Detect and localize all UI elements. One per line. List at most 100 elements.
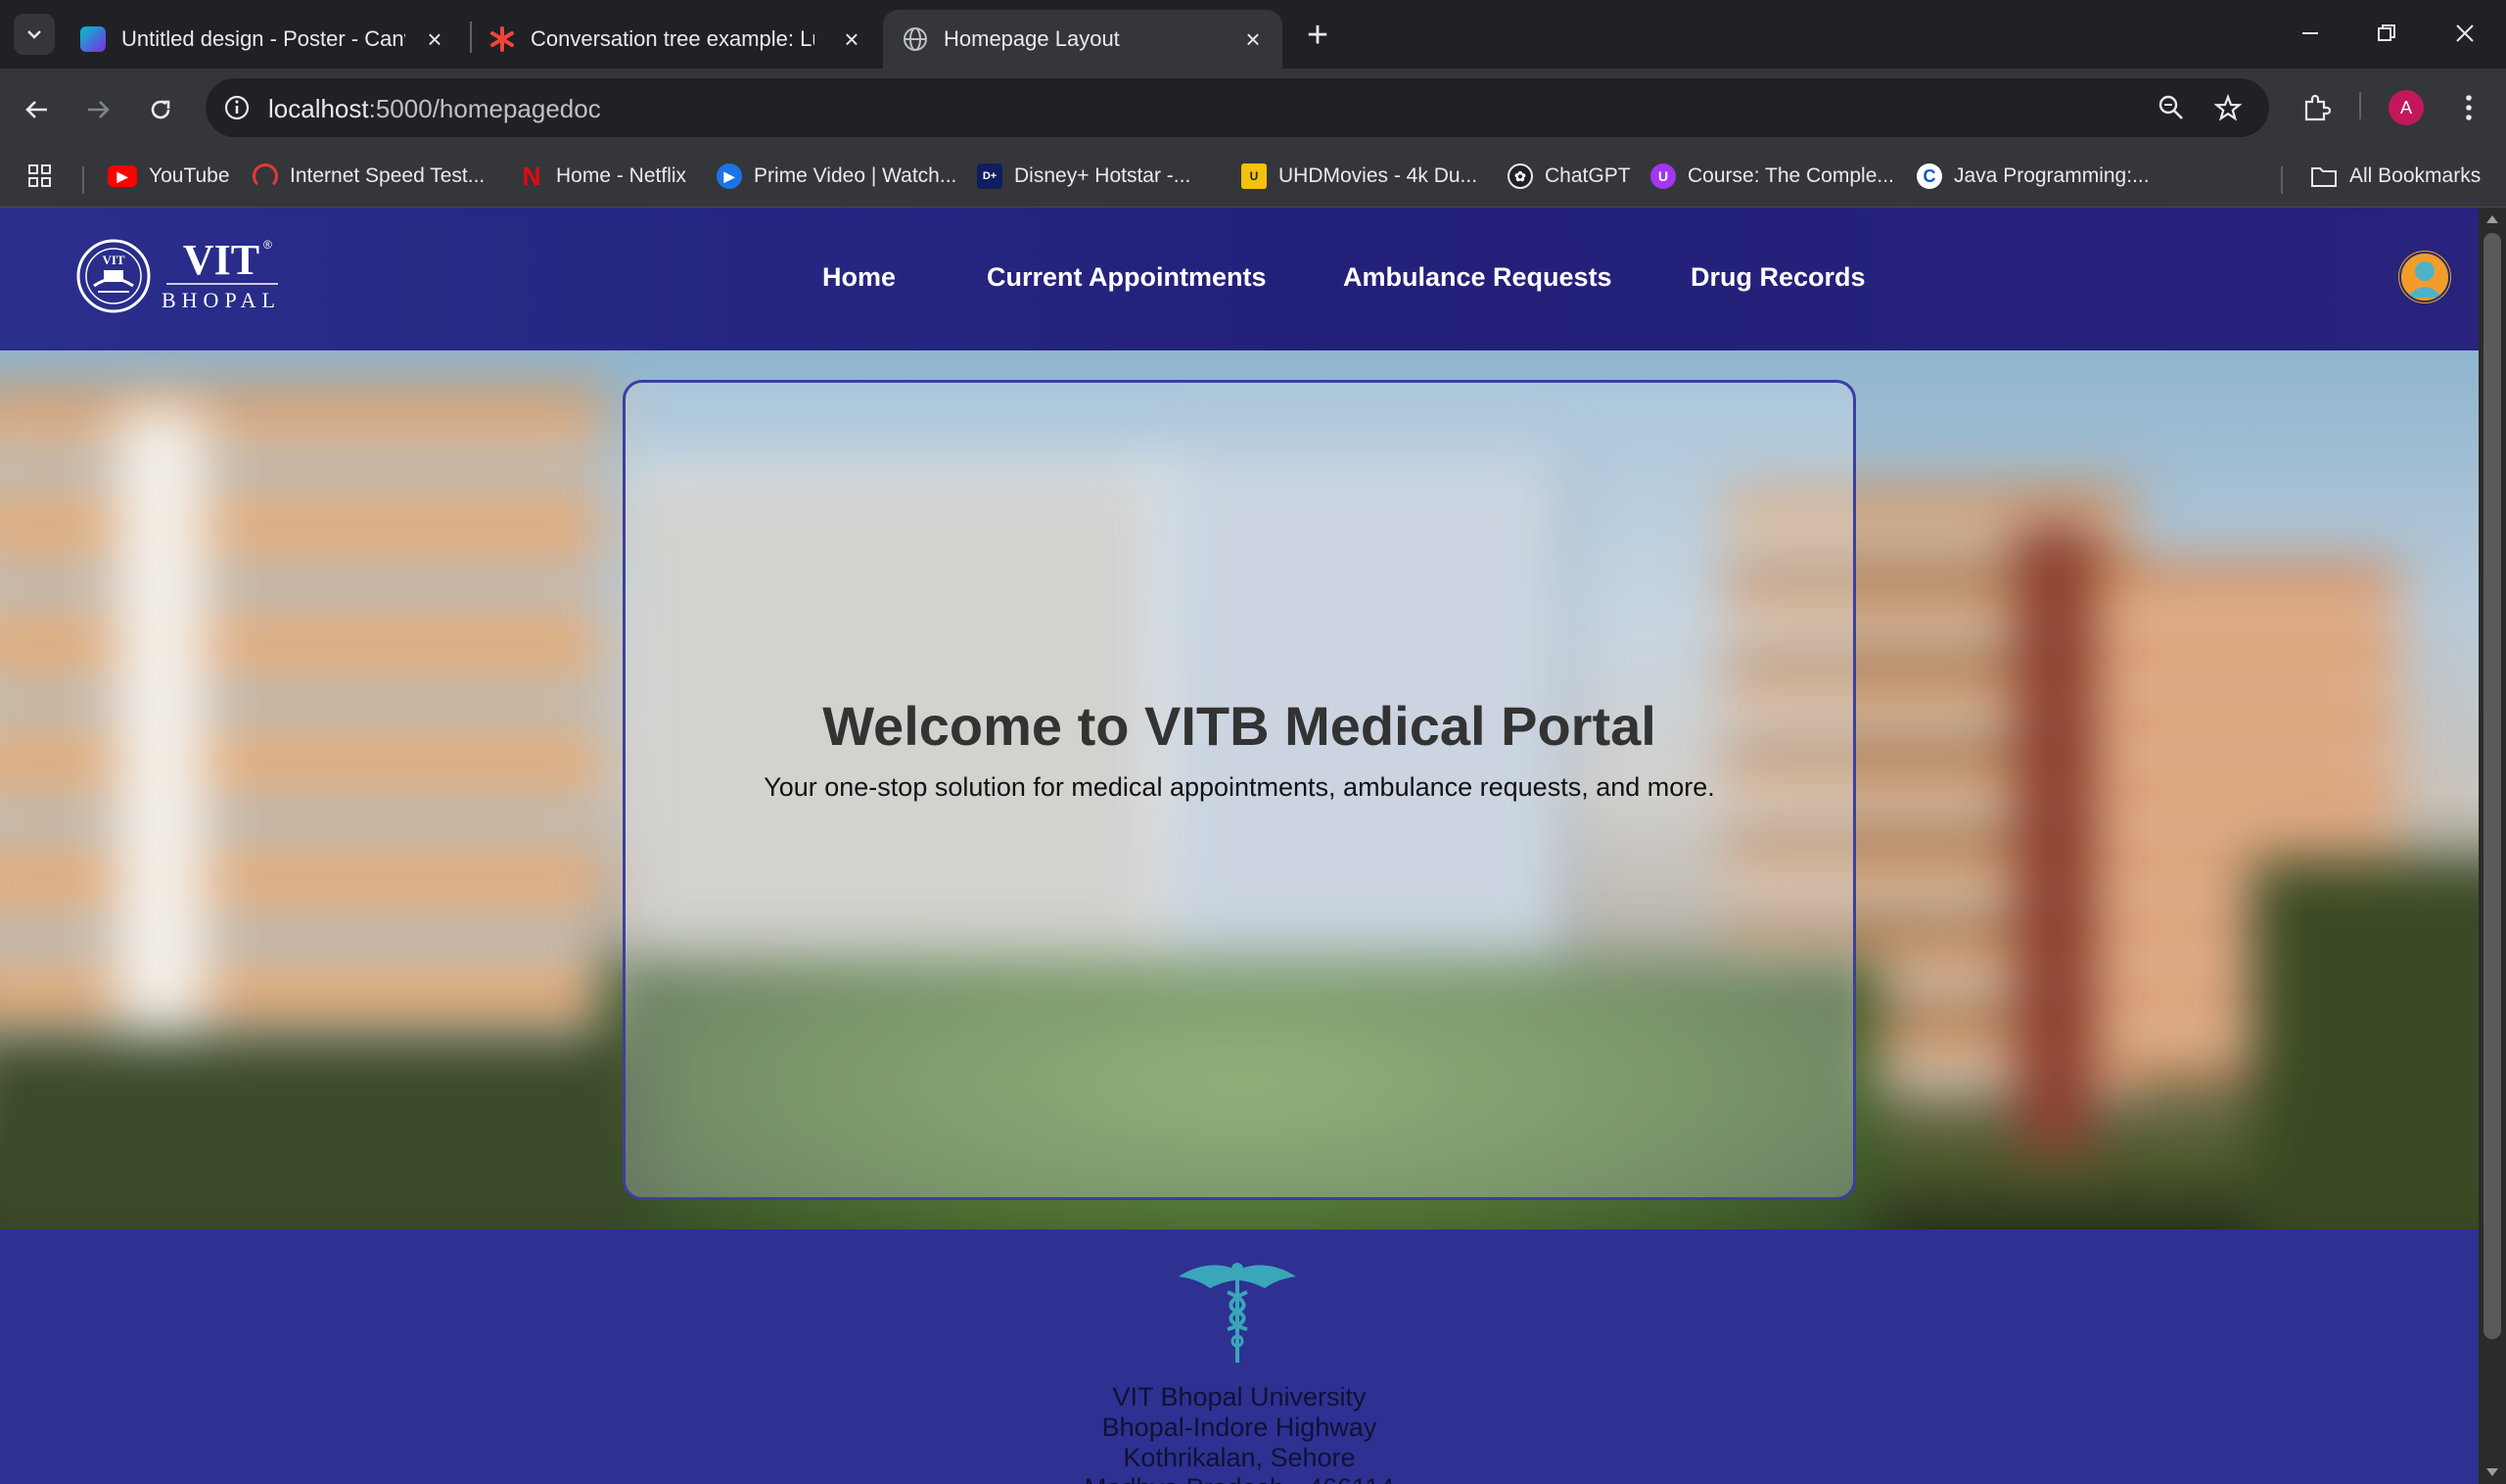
site-info-icon[interactable] — [219, 90, 255, 125]
lucid-icon — [489, 26, 515, 52]
netflix-icon: N — [522, 161, 541, 191]
bookmark-label: Home - Netflix — [556, 164, 687, 187]
scrollbar-thumb[interactable] — [2483, 233, 2501, 1339]
url-path: :5000/homepagedoc — [368, 94, 601, 123]
footer-line-state: Madhya Pradesh - 466114 — [0, 1473, 2479, 1484]
welcome-card: Welcome to VITB Medical Portal Your one-… — [623, 380, 1856, 1200]
bookmark-label: Course: The Comple... — [1688, 164, 1894, 187]
site-header: VIT VIT ® BHOPAL Home Current Appointmen… — [0, 208, 2479, 350]
caduceus-icon — [1177, 1257, 1298, 1365]
plus-icon: + — [1306, 14, 1329, 56]
apps-button[interactable] — [27, 159, 53, 194]
bookmark-label: Java Programming:... — [1954, 164, 2150, 187]
bg-building-left — [0, 390, 607, 1134]
new-tab-button[interactable]: + — [1298, 14, 1337, 56]
star-icon[interactable] — [2210, 90, 2246, 125]
footer-line-town: Kothrikalan, Sehore — [1123, 1443, 1356, 1472]
bg-trees-right — [2251, 859, 2479, 1229]
page-scrollbar[interactable] — [2479, 208, 2506, 1484]
bookmark-prime-video[interactable]: ▶ Prime Video | Watch... — [717, 159, 956, 194]
bookmark-youtube[interactable]: ▶ YouTube — [108, 159, 230, 194]
welcome-title: Welcome to VITB Medical Portal — [822, 695, 1656, 757]
bookmark-label: YouTube — [149, 164, 230, 187]
bookmark-udemy[interactable]: U Course: The Comple... — [1650, 159, 1894, 194]
tab-lucid[interactable]: Conversation tree example: Lucid × — [470, 10, 881, 69]
youtube-icon: ▶ — [108, 165, 137, 187]
nav-ambulance-requests[interactable]: Ambulance Requests — [1343, 262, 1612, 293]
coursera-icon: C — [1917, 163, 1942, 189]
bg-pillar — [117, 409, 206, 1114]
nav-current-appointments[interactable]: Current Appointments — [987, 262, 1267, 293]
tab-title: Homepage Layout — [944, 26, 1120, 51]
tab-canva[interactable]: Untitled design - Poster - Canva × — [61, 10, 464, 69]
scroll-down-arrow-icon[interactable] — [2486, 1468, 2498, 1476]
nav-drug-records[interactable]: Drug Records — [1691, 262, 1866, 293]
bookmark-label: Internet Speed Test... — [290, 164, 486, 187]
address-bar[interactable]: localhost:5000/homepagedoc — [206, 78, 2269, 137]
close-icon — [2456, 24, 2474, 42]
close-icon[interactable]: × — [838, 24, 865, 54]
logo-title: VIT — [183, 236, 259, 284]
restore-button[interactable] — [2361, 12, 2412, 55]
minimize-icon — [2302, 32, 2318, 34]
all-bookmarks-button[interactable]: All Bookmarks — [2310, 159, 2481, 194]
all-bookmarks-label: All Bookmarks — [2349, 164, 2482, 187]
bg-red-pillar — [2017, 527, 2095, 1153]
scroll-up-arrow-icon[interactable] — [2486, 215, 2498, 223]
reload-button[interactable] — [139, 88, 182, 131]
bookmark-speedtest[interactable]: Internet Speed Test... — [253, 159, 485, 194]
restore-icon — [2378, 24, 2395, 41]
bookmark-uhdmovies[interactable]: U UHDMovies - 4k Du... — [1241, 159, 1477, 194]
tab-homepage-layout[interactable]: Homepage Layout × — [883, 10, 1282, 69]
profile-avatar[interactable]: A — [2389, 90, 2424, 125]
bookmark-separator — [82, 166, 84, 194]
registered-mark: ® — [263, 238, 272, 252]
chatgpt-icon: ✿ — [1508, 163, 1533, 189]
browser-toolbar: localhost:5000/homepagedoc — [0, 69, 2506, 147]
kebab-menu-icon[interactable] — [2447, 86, 2490, 129]
arrow-right-icon — [88, 101, 110, 118]
speedtest-icon — [253, 163, 278, 189]
prime-video-icon: ▶ — [717, 163, 742, 189]
folder-icon — [2311, 167, 2337, 187]
nav-home[interactable]: Home — [822, 262, 896, 293]
canva-icon — [80, 26, 106, 52]
bookmark-chatgpt[interactable]: ✿ ChatGPT — [1508, 159, 1631, 194]
tab-search-button[interactable] — [14, 14, 55, 55]
reload-icon — [151, 100, 170, 119]
footer-line-highway: Bhopal-Indore Highway — [1101, 1413, 1377, 1442]
uhdmovies-icon: U — [1241, 163, 1267, 189]
site-footer: VIT Bhopal University Bhopal-Indore High… — [0, 1229, 2479, 1484]
bookmark-hotstar[interactable]: D+ Disney+ Hotstar -... — [977, 159, 1190, 194]
bookmark-label: ChatGPT — [1545, 164, 1631, 187]
minimize-button[interactable] — [2285, 12, 2336, 55]
tab-title: Conversation tree example: Lucid — [531, 26, 814, 51]
arrow-left-icon — [25, 101, 47, 118]
extensions-icon[interactable] — [2295, 86, 2338, 129]
tab-bar: Untitled design - Poster - Canva × Conve… — [0, 0, 2506, 69]
vit-bhopal-logo[interactable]: VIT VIT ® BHOPAL — [76, 235, 282, 323]
bookmark-label: UHDMovies - 4k Du... — [1278, 164, 1478, 187]
bg-ground-left — [0, 1036, 646, 1229]
url-host: localhost — [268, 94, 369, 123]
bookmark-java[interactable]: C Java Programming:... — [1917, 159, 2150, 194]
bookmark-label: Prime Video | Watch... — [754, 164, 957, 187]
close-window-button[interactable] — [2439, 12, 2490, 55]
footer-line-university: VIT Bhopal University — [1112, 1382, 1367, 1412]
forward-button[interactable] — [76, 88, 119, 131]
hero-section: Welcome to VITB Medical Portal Your one-… — [0, 350, 2479, 1229]
close-icon[interactable]: × — [1239, 24, 1267, 54]
bookmark-label: Disney+ Hotstar -... — [1014, 164, 1191, 187]
back-button[interactable] — [16, 88, 59, 131]
apps-grid-icon — [28, 164, 51, 187]
toolbar-separator — [2359, 92, 2361, 119]
close-icon[interactable]: × — [421, 24, 448, 54]
udemy-icon: U — [1650, 163, 1676, 189]
logo-seal-text: VIT — [102, 253, 124, 267]
chevron-down-icon — [27, 30, 41, 39]
hotstar-icon: D+ — [977, 163, 1002, 189]
zoom-icon[interactable] — [2154, 90, 2189, 125]
bookmark-netflix[interactable]: N Home - Netflix — [519, 159, 686, 194]
user-avatar-icon[interactable] — [2398, 251, 2451, 303]
bookmark-separator — [2281, 166, 2283, 194]
